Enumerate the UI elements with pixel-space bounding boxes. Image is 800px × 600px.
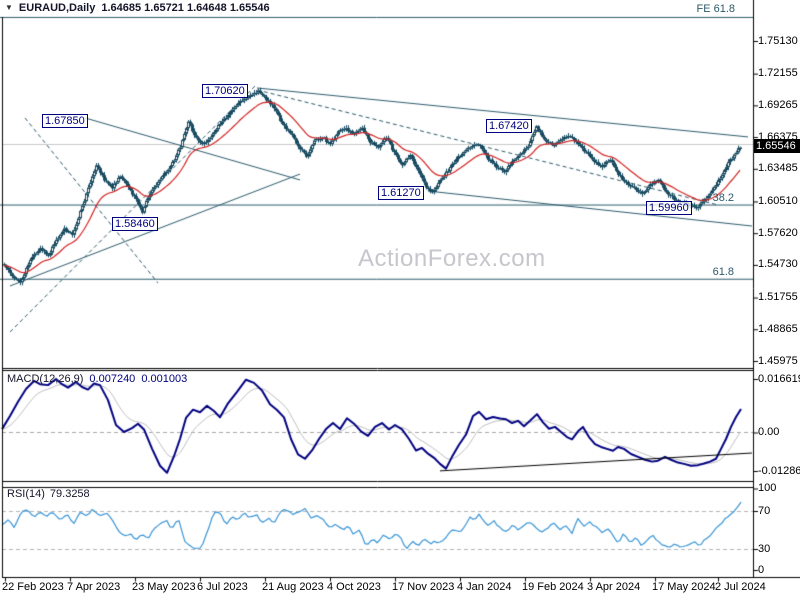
date-label: 22 Feb 2023 xyxy=(2,581,64,593)
macd-indicator-label: MACD(12,26,9) 0.007240 0.001003 xyxy=(7,373,187,385)
price-flag[interactable]: 1.58460 xyxy=(112,216,158,231)
chart-collapse-icon[interactable]: ▼ xyxy=(5,3,13,12)
watermark: ActionForex.com xyxy=(358,245,546,272)
macd-value-main: 0.007240 xyxy=(89,373,136,385)
macd-name: MACD(12,26,9) xyxy=(7,373,84,385)
macd-axis-label: -0.012864 xyxy=(758,464,800,477)
date-label: 21 Aug 2023 xyxy=(262,581,324,593)
y-axis-label: 1.60510 xyxy=(758,194,798,207)
price-flag[interactable]: 1.59960 xyxy=(646,200,692,215)
price-flag[interactable]: 1.70620 xyxy=(202,83,248,98)
chart-canvas[interactable] xyxy=(0,0,800,600)
y-axis-label: 1.45975 xyxy=(758,354,798,367)
date-label: 23 May 2023 xyxy=(132,581,196,593)
rsi-name: RSI(14) xyxy=(7,488,45,500)
y-axis-label: 1.48865 xyxy=(758,322,798,335)
rsi-axis-label: 100 xyxy=(758,482,777,494)
date-label: 17 Nov 2023 xyxy=(392,581,455,593)
y-axis-label: 1.63485 xyxy=(758,162,798,175)
macd-value-signal: 0.001003 xyxy=(141,373,188,385)
y-axis-label: 1.75130 xyxy=(758,34,798,47)
fib-expansion-label[interactable]: FE 61.8 xyxy=(696,3,735,15)
date-label: 4 Jan 2024 xyxy=(457,581,512,593)
ohlc-close: 1.65546 xyxy=(229,2,270,14)
y-axis-label: 1.57620 xyxy=(758,226,798,239)
price-flag[interactable]: 1.61270 xyxy=(378,186,424,201)
fib-retracement-618-label[interactable]: 61.8 xyxy=(713,266,734,278)
date-label: 3 Apr 2024 xyxy=(587,581,641,593)
date-label: 17 May 2024 xyxy=(652,581,716,593)
rsi-axis-label: 70 xyxy=(758,504,771,517)
ohlc-high: 1.65721 xyxy=(144,2,184,14)
y-axis-label: 1.54730 xyxy=(758,258,798,271)
macd-axis-label: 0.00 xyxy=(758,425,780,438)
y-axis-label: 1.51755 xyxy=(758,291,798,304)
date-label: 19 Feb 2024 xyxy=(522,581,584,593)
symbol-title: EURAUD,Daily xyxy=(18,2,96,14)
macd-axis-label: 0.016619 xyxy=(758,372,800,385)
rsi-axis-label: 0 xyxy=(758,563,765,576)
price-flag[interactable]: 1.67420 xyxy=(486,118,532,133)
ohlc-open: 1.64685 xyxy=(101,2,142,14)
price-flag[interactable]: 1.67850 xyxy=(42,113,88,128)
y-axis-label: 1.66375 xyxy=(758,130,798,143)
fib-retracement-382-label[interactable]: 38.2 xyxy=(713,192,734,204)
rsi-indicator-label: RSI(14) 79.3258 xyxy=(7,488,90,500)
chart-window: ▼ EURAUD,Daily 1.64685 1.65721 1.64648 1.6… xyxy=(0,0,800,600)
date-label: 7 Apr 2023 xyxy=(67,581,121,593)
chart-title-bar: ▼ EURAUD,Daily 1.64685 1.65721 1.64648 1.6… xyxy=(5,2,270,14)
date-label: 6 Jul 2023 xyxy=(197,581,248,593)
y-axis-label: 1.69265 xyxy=(758,98,798,111)
ohlc-low: 1.64648 xyxy=(186,2,227,14)
date-label: 2 Jul 2024 xyxy=(715,581,766,593)
y-axis-label: 1.72155 xyxy=(758,67,798,80)
date-label: 4 Oct 2023 xyxy=(327,581,381,593)
rsi-value: 79.3258 xyxy=(49,488,90,500)
rsi-axis-label: 30 xyxy=(758,542,771,555)
